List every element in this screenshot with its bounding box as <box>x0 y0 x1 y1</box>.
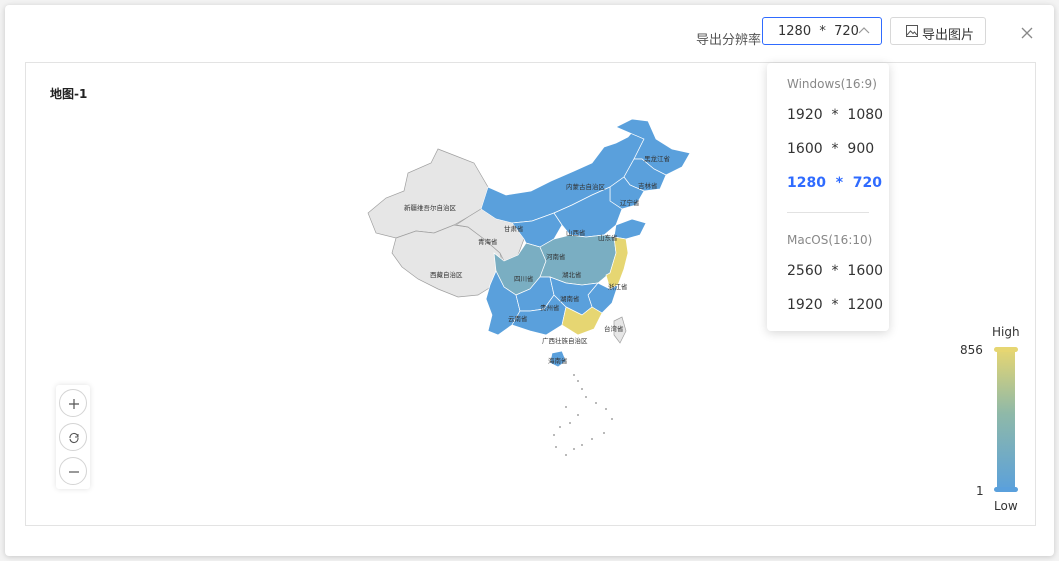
label-hubei: 湖北省 <box>562 270 582 279</box>
refresh-icon <box>69 432 79 444</box>
label-yunnan: 云南省 <box>508 314 528 323</box>
plus-icon <box>69 399 79 409</box>
label-shanxi: 山西省 <box>566 228 586 237</box>
reset-view-button[interactable] <box>59 423 87 451</box>
export-dialog: 导出分辨率 1280 * 720 导出图片 地图-1 新疆维吾尔自治区 西藏自治… <box>5 5 1054 556</box>
label-shandong: 山东省 <box>598 233 618 242</box>
legend-color-bar[interactable] <box>997 349 1015 492</box>
option-2560x1600[interactable]: 2560 * 1600 <box>787 263 883 279</box>
zoom-out-button[interactable] <box>59 457 87 485</box>
label-tibet: 西藏自治区 <box>430 270 463 279</box>
label-sichuan: 四川省 <box>514 274 534 283</box>
south-china-sea-islands <box>553 374 613 456</box>
legend-high-label: High <box>992 325 1020 339</box>
label-hunan: 湖南省 <box>560 294 580 303</box>
label-guizhou: 贵州省 <box>540 303 560 312</box>
dropdown-group-macos: MacOS(16:10) <box>787 233 873 247</box>
label-xinjiang: 新疆维吾尔自治区 <box>404 203 457 212</box>
image-icon <box>906 25 918 37</box>
zoom-controls <box>56 385 90 489</box>
label-zhejiang: 浙江省 <box>608 282 628 291</box>
label-hainan: 海南省 <box>548 356 568 365</box>
legend-low-label: Low <box>994 499 1018 513</box>
label-guangxi: 广西壮族自治区 <box>542 336 588 345</box>
province-shandong <box>613 218 647 240</box>
legend-handle-bottom[interactable] <box>994 487 1018 492</box>
resolution-dropdown: Windows(16:9) 1920 * 1080 1600 * 900 128… <box>767 63 889 331</box>
resolution-label: 导出分辨率 <box>696 33 762 48</box>
option-1280x720[interactable]: 1280 * 720 <box>787 175 882 191</box>
option-1920x1080[interactable]: 1920 * 1080 <box>787 107 883 123</box>
minus-icon <box>69 471 79 473</box>
dropdown-divider <box>787 212 869 213</box>
resolution-select[interactable]: 1280 * 720 <box>762 17 882 45</box>
option-1600x900[interactable]: 1600 * 900 <box>787 141 874 157</box>
export-image-label: 导出图片 <box>922 28 975 43</box>
label-jilin: 吉林省 <box>638 181 658 190</box>
label-henan: 河南省 <box>546 252 566 261</box>
label-taiwan: 台湾省 <box>604 324 624 333</box>
option-1920x1200[interactable]: 1920 * 1200 <box>787 297 883 313</box>
dropdown-group-windows: Windows(16:9) <box>787 77 877 91</box>
resolution-select-value: 1280 * 720 <box>778 24 859 39</box>
legend-max-value: 856 <box>960 343 983 357</box>
legend-min-value: 1 <box>976 484 984 498</box>
legend-handle-top[interactable] <box>994 347 1018 352</box>
label-gansu: 甘肃省 <box>504 224 524 233</box>
label-qinghai: 青海省 <box>478 237 498 246</box>
export-image-button[interactable]: 导出图片 <box>890 17 986 45</box>
label-inner-mongolia: 内蒙古自治区 <box>566 182 606 191</box>
label-liaoning: 辽宁省 <box>620 198 640 207</box>
label-heilongjiang: 黑龙江省 <box>644 154 671 163</box>
zoom-in-button[interactable] <box>59 389 87 417</box>
chevron-up-icon <box>858 27 870 34</box>
close-icon[interactable] <box>1019 25 1035 41</box>
